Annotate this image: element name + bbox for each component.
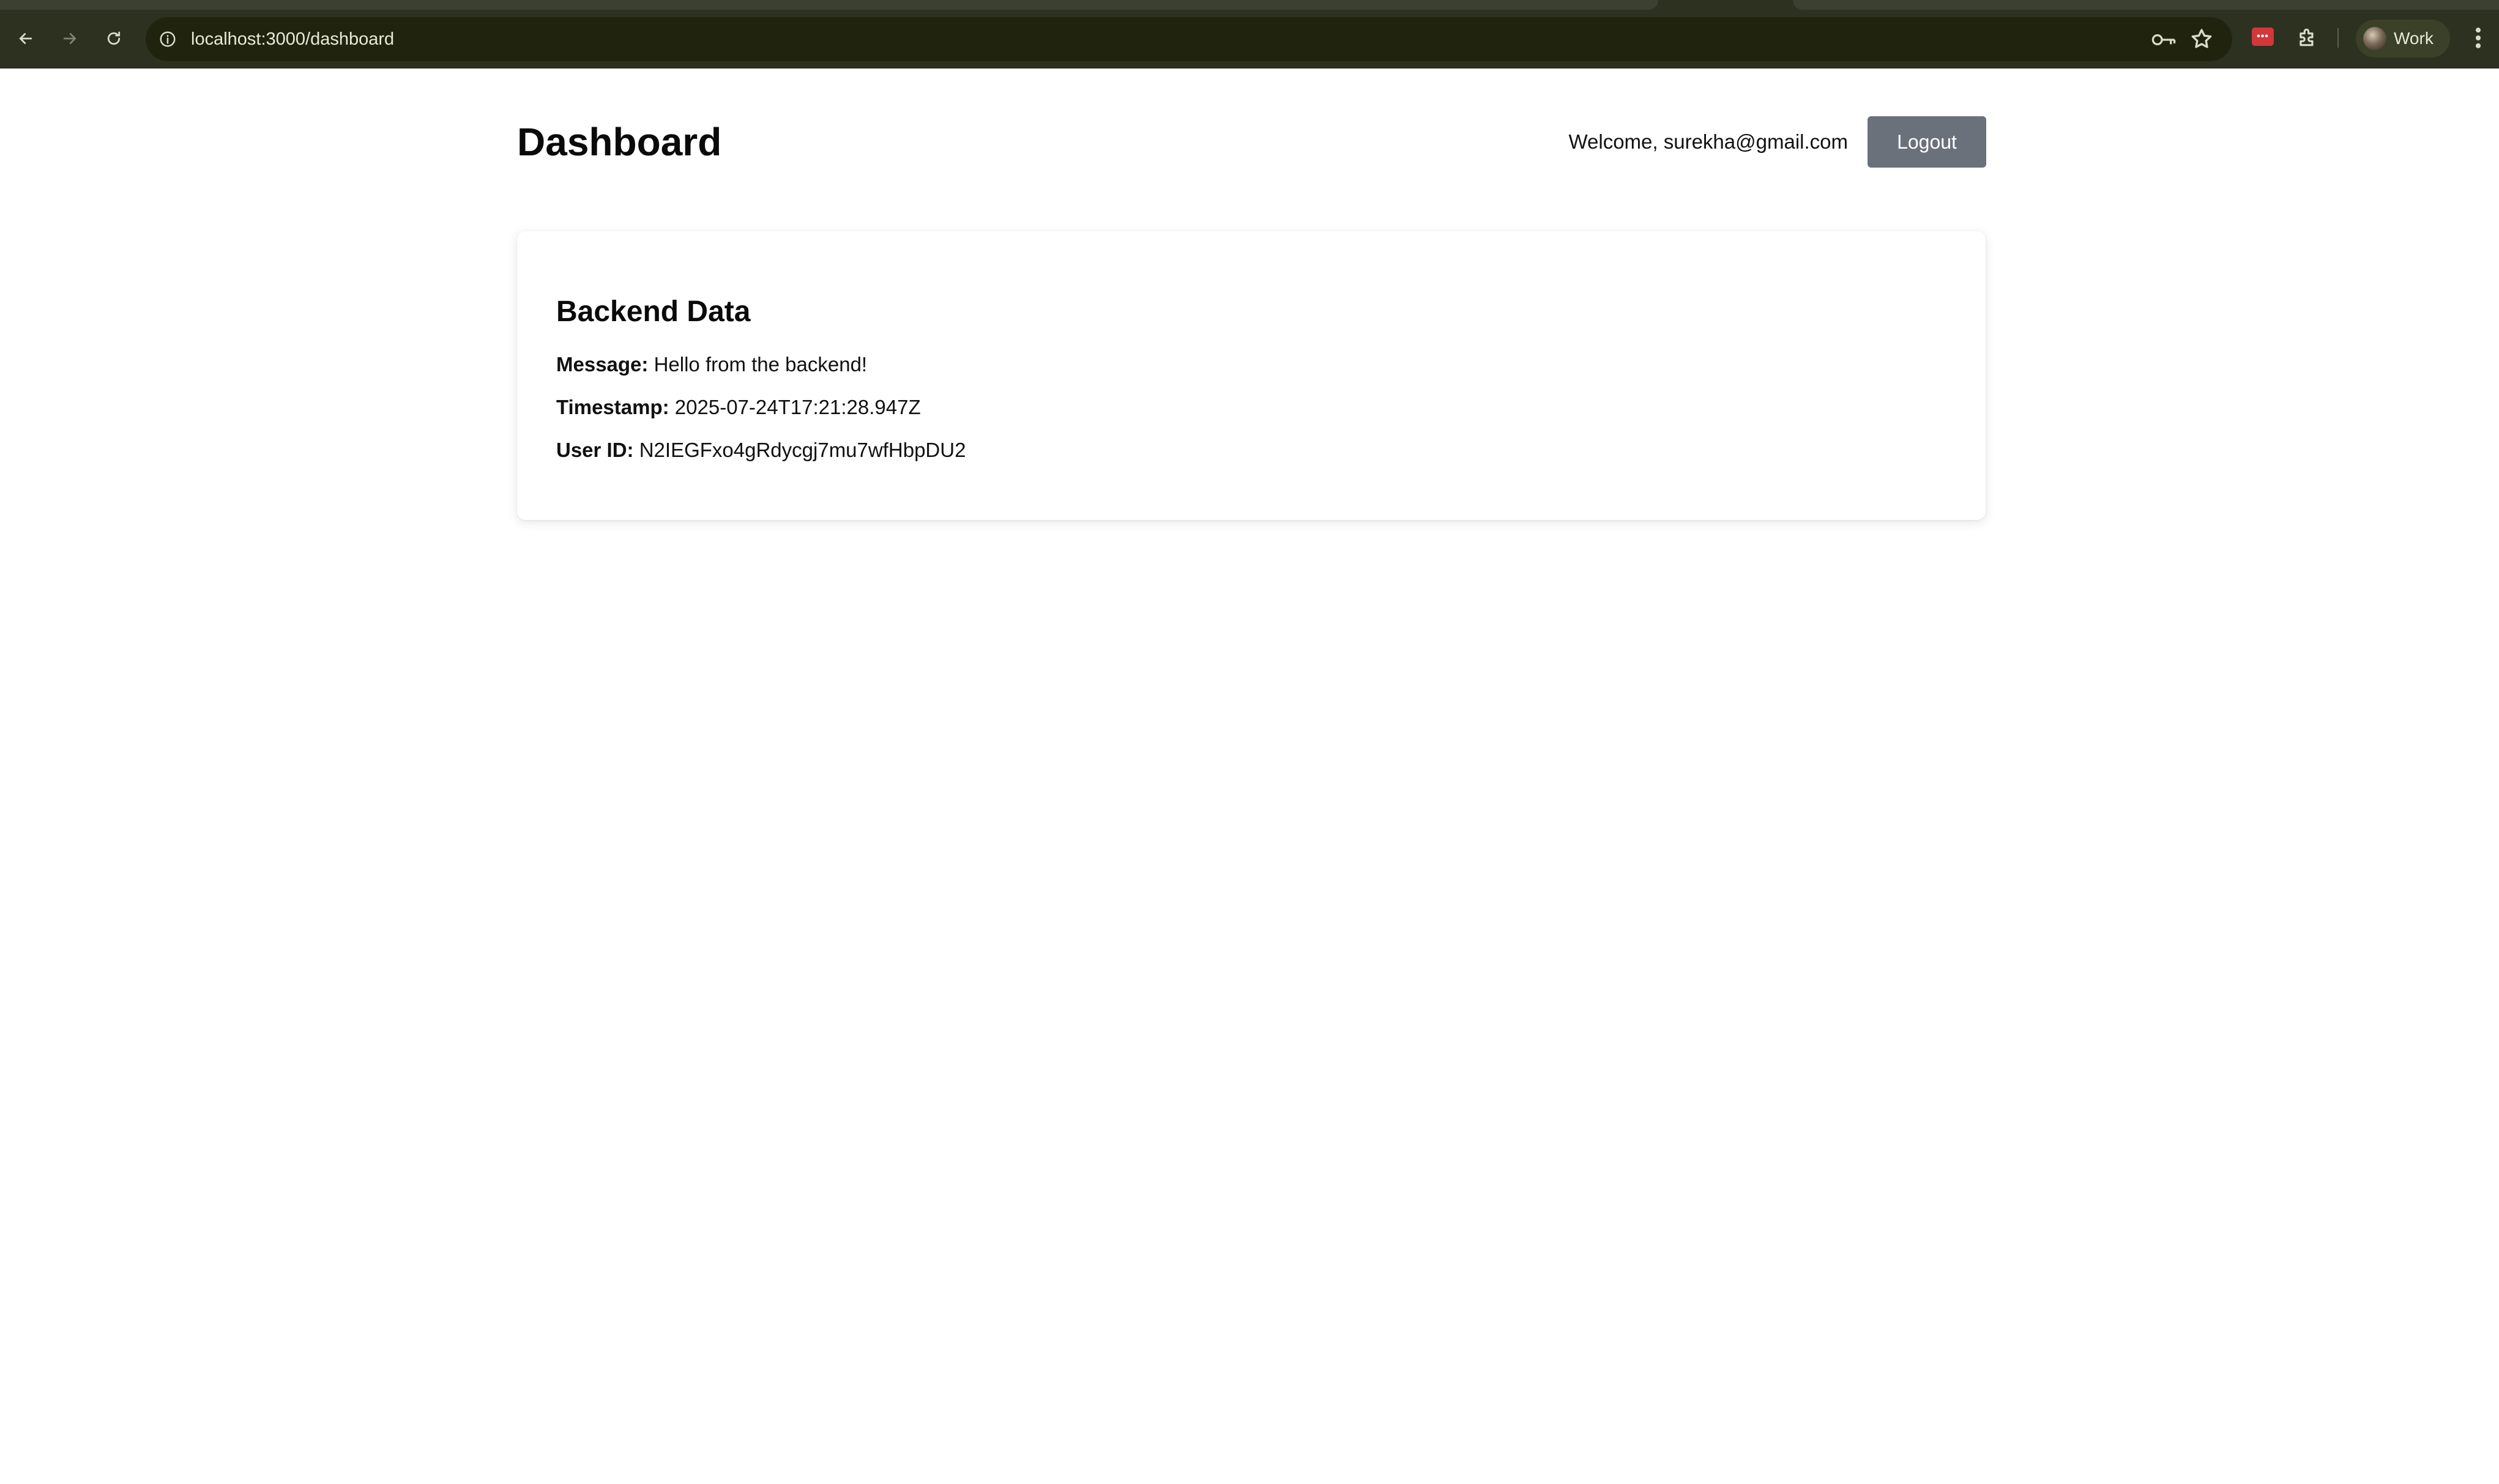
- back-button[interactable]: [7, 20, 44, 57]
- logout-button[interactable]: Logout: [1868, 116, 1986, 168]
- address-bar[interactable]: localhost:3000/dashboard: [146, 17, 2232, 61]
- timestamp-row: Timestamp: 2025-07-24T17:21:28.947Z: [556, 394, 921, 421]
- url-text[interactable]: localhost:3000/dashboard: [191, 17, 394, 61]
- toolbar-divider: [2337, 28, 2339, 48]
- backend-data-card: Backend Data Message: Hello from the bac…: [517, 231, 1986, 520]
- page-title: Dashboard: [517, 120, 722, 164]
- user-id-row: User ID: N2IEGFxo4gRdycgj7mu7wfHbpDU2: [556, 437, 966, 464]
- extension-red-icon[interactable]: •••: [2252, 28, 2274, 46]
- card-title: Backend Data: [556, 295, 751, 328]
- profile-button[interactable]: Work: [2356, 20, 2450, 58]
- welcome-text: Welcome, surekha@gmail.com: [1568, 130, 1848, 153]
- avatar: [2363, 27, 2386, 50]
- timestamp-value: 2025-07-24T17:21:28.947Z: [674, 396, 921, 418]
- arrow-left-icon: [19, 33, 32, 44]
- reload-icon: [107, 31, 121, 45]
- kebab-menu-icon[interactable]: [2466, 24, 2490, 51]
- message-row: Message: Hello from the backend!: [556, 351, 867, 378]
- forward-button[interactable]: [51, 20, 88, 57]
- message-label: Message:: [556, 353, 649, 376]
- arrow-right-icon: [63, 33, 76, 44]
- star-icon[interactable]: [2189, 27, 2214, 51]
- browser-toolbar: localhost:3000/dashboard ••• Work: [0, 0, 2499, 69]
- user-id-label: User ID:: [556, 439, 634, 461]
- info-icon: [160, 31, 176, 47]
- profile-name: Work: [2394, 29, 2434, 48]
- message-value: Hello from the backend!: [654, 353, 868, 376]
- user-id-value: N2IEGFxo4gRdycgj7mu7wfHbpDU2: [639, 439, 966, 461]
- tab-strip-left: [0, 0, 1658, 10]
- key-icon[interactable]: [2150, 29, 2177, 50]
- puzzle-icon[interactable]: [2296, 26, 2319, 49]
- reload-button[interactable]: [95, 20, 132, 57]
- site-info-button[interactable]: [155, 27, 180, 51]
- tab-strip-right: [1793, 0, 2499, 10]
- timestamp-label: Timestamp:: [556, 396, 669, 418]
